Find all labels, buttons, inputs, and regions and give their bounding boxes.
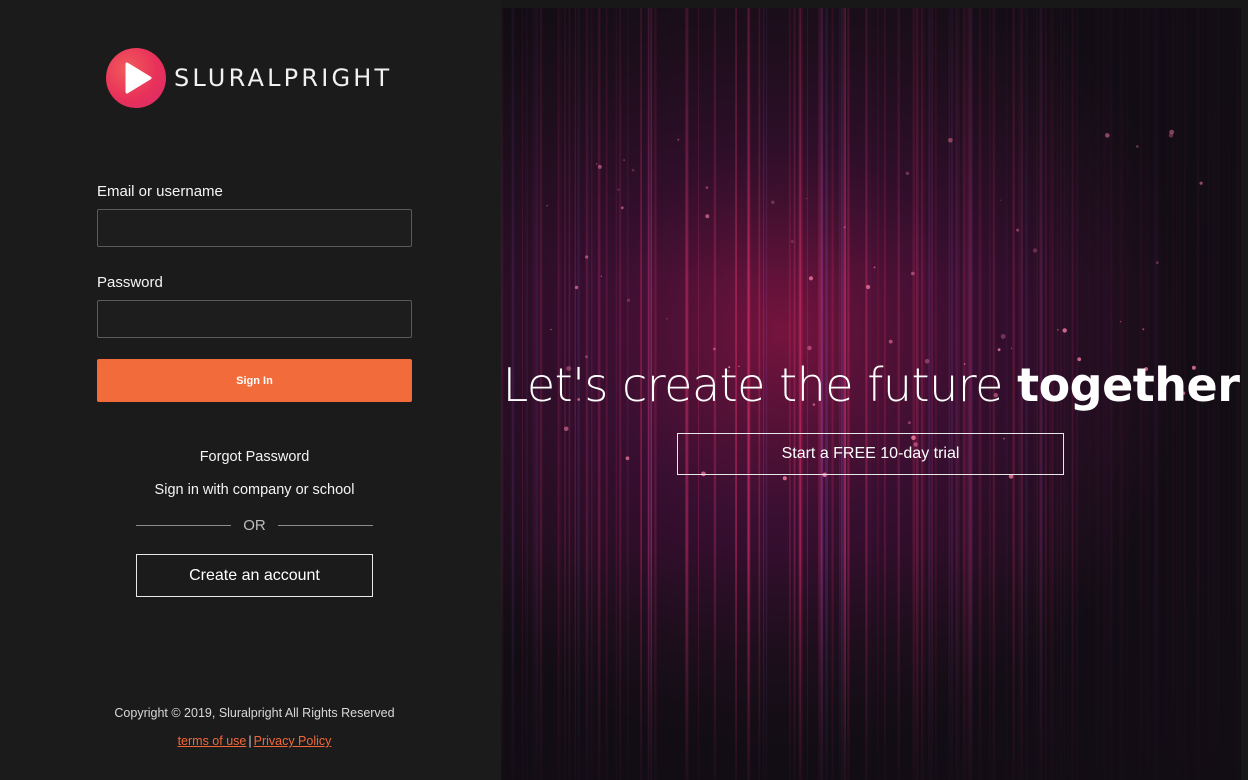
divider-line-left: [136, 524, 232, 526]
password-label: Password: [97, 274, 163, 291]
create-account-button[interactable]: Create an account: [136, 554, 373, 597]
hero-headline: Let's create the future together: [501, 358, 1241, 412]
terms-of-use-link[interactable]: terms of use: [178, 734, 247, 748]
sign-in-label: Sign In: [236, 374, 273, 387]
free-trial-label: Start a FREE 10-day trial: [781, 445, 960, 462]
legal-separator: |: [248, 734, 252, 748]
copyright-text: Copyright © 2019, Sluralpright All Right…: [114, 706, 395, 720]
create-account-label: Create an account: [189, 566, 320, 584]
brand-name: SLURALPRIGHT: [174, 64, 393, 92]
hero-banner: Let's create the future together Start a…: [501, 8, 1241, 780]
play-logo-icon: [106, 48, 166, 108]
login-panel: SLURALPRIGHT Email or username Password …: [0, 0, 501, 780]
password-field[interactable]: [97, 300, 412, 338]
sign-in-button[interactable]: Sign In: [97, 359, 412, 402]
headline-bold-text: together: [1017, 358, 1240, 412]
forgot-password-link[interactable]: Forgot Password: [97, 449, 412, 465]
or-text: OR: [243, 516, 266, 534]
email-field[interactable]: [97, 209, 412, 247]
login-page: SLURALPRIGHT Email or username Password …: [0, 0, 1248, 780]
sso-signin-link[interactable]: Sign in with company or school: [97, 482, 412, 498]
divider-line-right: [277, 524, 373, 526]
legal-links: terms of use | Privacy Policy: [0, 734, 509, 748]
email-label: Email or username: [97, 183, 223, 200]
free-trial-button[interactable]: Start a FREE 10-day trial: [677, 433, 1064, 475]
or-divider: OR: [136, 515, 373, 535]
headline-light-text: Let's create the future: [502, 358, 1004, 412]
brand-logo[interactable]: SLURALPRIGHT: [106, 48, 392, 108]
privacy-policy-link[interactable]: Privacy Policy: [254, 734, 332, 748]
